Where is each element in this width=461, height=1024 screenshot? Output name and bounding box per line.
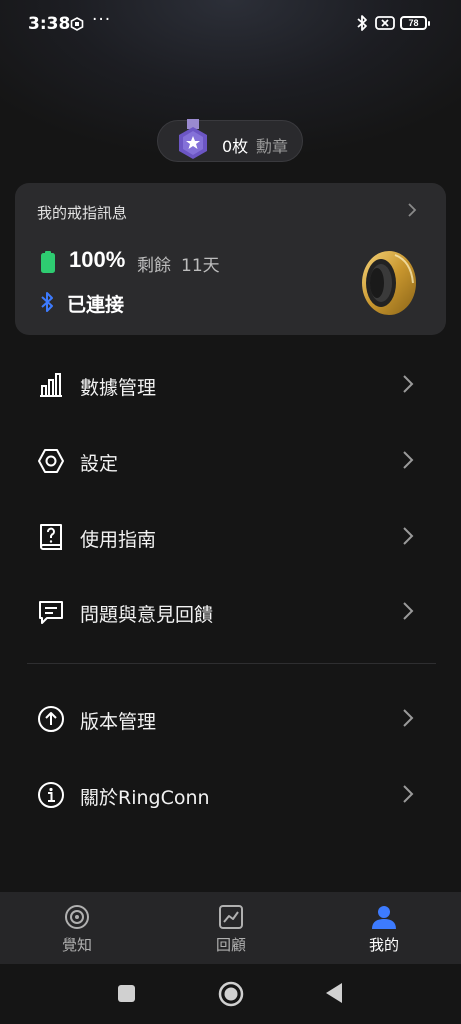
- more-dots: ···: [92, 10, 112, 30]
- menu-item-label: 關於RingConn: [80, 787, 210, 809]
- ring-card-title: 我的戒指訊息: [37, 204, 128, 222]
- chevron-right-icon: [402, 450, 414, 474]
- system-nav-bar: [0, 964, 461, 1024]
- ring-image: [355, 247, 419, 323]
- mi-icon: [70, 16, 84, 35]
- nav-tab-mine[interactable]: 我的: [307, 892, 461, 964]
- menu-item-version-management[interactable]: 版本管理: [0, 689, 461, 749]
- menu-divider: [27, 663, 436, 664]
- chevron-right-icon: [407, 202, 417, 222]
- feedback-icon: [37, 598, 65, 626]
- connection-status: 已連接: [67, 294, 125, 316]
- medal-count: 0枚: [222, 137, 249, 156]
- medal-label: 勳章: [256, 137, 289, 156]
- nav-label: 我的: [368, 936, 399, 954]
- medal-badge[interactable]: 0枚 勳章: [157, 119, 303, 162]
- menu-item-label: 設定: [80, 453, 119, 475]
- home-button[interactable]: [218, 981, 244, 1011]
- ring-bluetooth-icon: [40, 291, 54, 317]
- chevron-right-icon: [402, 374, 414, 398]
- chevron-right-icon: [402, 526, 414, 550]
- back-button[interactable]: [324, 982, 344, 1008]
- bluetooth-icon: [355, 14, 369, 36]
- menu-item-label: 版本管理: [80, 711, 157, 733]
- hexagon-settings-icon: [37, 447, 65, 475]
- nav-tab-review[interactable]: 回顧: [154, 892, 308, 964]
- target-icon: [64, 904, 90, 934]
- ring-battery-percent: 100%: [69, 247, 126, 272]
- bottom-nav: 覺知 回顧 我的: [0, 892, 461, 964]
- info-icon: [37, 781, 65, 809]
- help-book-icon: [37, 523, 65, 551]
- menu-item-label: 問題與意見回饋: [80, 604, 214, 626]
- menu-item-label: 使用指南: [80, 529, 157, 551]
- remaining-days: 11天: [181, 256, 220, 276]
- remaining-label: 剩餘: [137, 256, 171, 276]
- bar-chart-icon: [37, 371, 65, 399]
- menu-item-label: 數據管理: [80, 377, 157, 399]
- recents-button[interactable]: [117, 984, 136, 1007]
- menu-item-settings[interactable]: 設定: [0, 431, 461, 491]
- status-bar: 3:38 ··· 78: [0, 0, 461, 48]
- nav-label: 回顧: [215, 936, 246, 954]
- medal-icon: [174, 117, 212, 167]
- menu-item-about[interactable]: 關於RingConn: [0, 765, 461, 825]
- chevron-right-icon: [402, 708, 414, 732]
- nav-label: 覺知: [61, 936, 92, 954]
- battery-icon: 78: [400, 16, 430, 30]
- chevron-right-icon: [402, 601, 414, 625]
- person-icon: [371, 904, 397, 934]
- ring-battery-icon: [41, 251, 55, 277]
- trend-chart-icon: [218, 904, 244, 934]
- upload-circle-icon: [37, 705, 65, 733]
- menu-item-data-management[interactable]: 數據管理: [0, 355, 461, 415]
- menu-item-feedback[interactable]: 問題與意見回饋: [0, 582, 461, 642]
- ring-info-card[interactable]: 我的戒指訊息 100% 剩餘 11天 已連接: [15, 183, 446, 335]
- battery-saver-icon: [375, 15, 395, 35]
- nav-tab-awareness[interactable]: 覺知: [0, 892, 154, 964]
- status-time: 3:38: [28, 14, 71, 34]
- chevron-right-icon: [402, 784, 414, 808]
- menu-item-user-guide[interactable]: 使用指南: [0, 507, 461, 567]
